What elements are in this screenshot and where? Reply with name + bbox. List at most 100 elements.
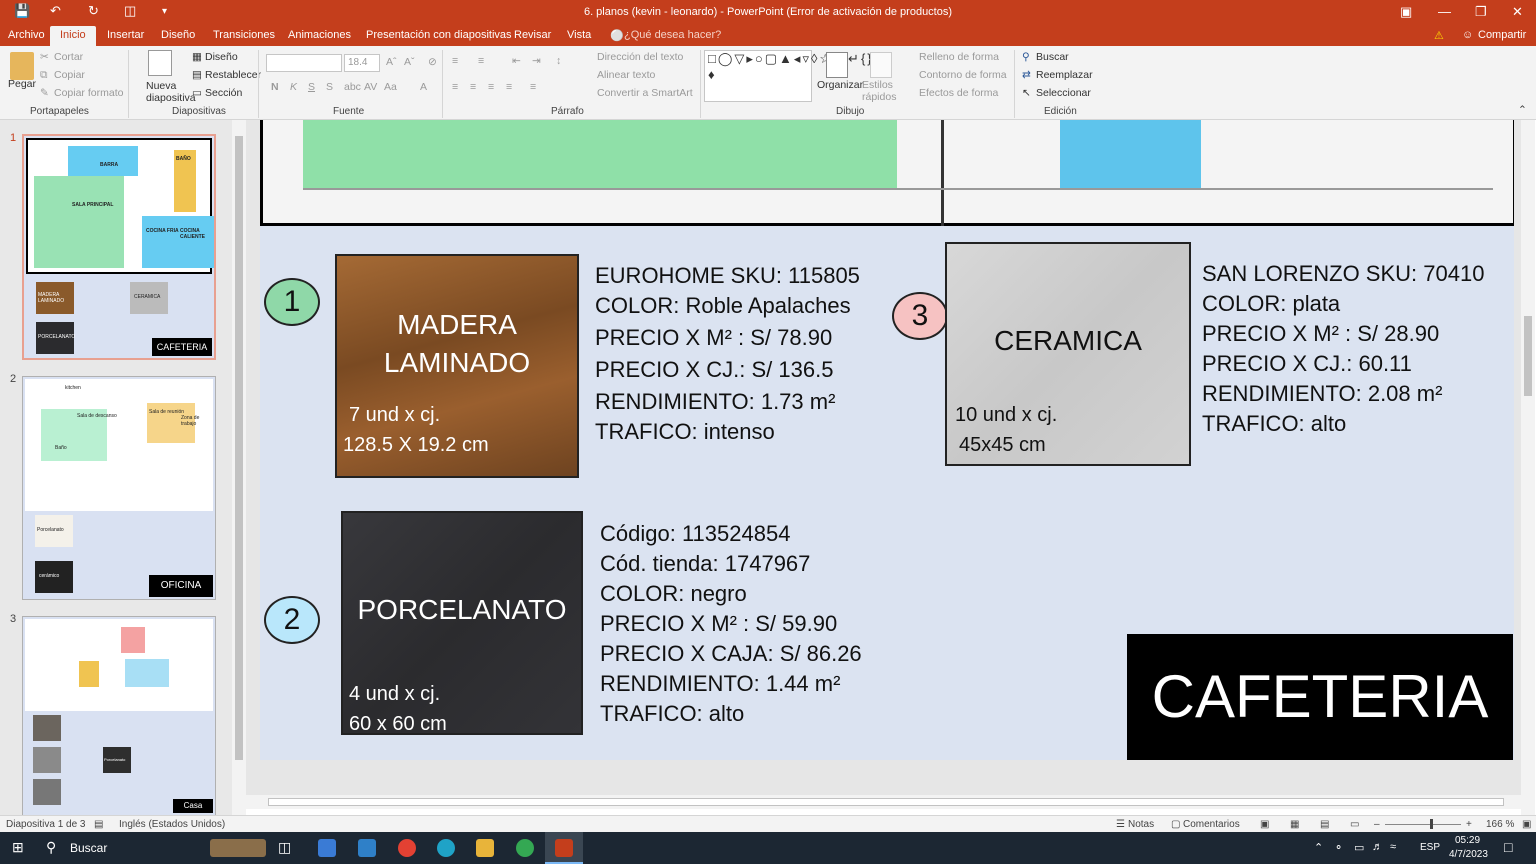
wifi-icon[interactable]: ≈: [1390, 841, 1396, 853]
tab-revisar[interactable]: Revisar: [514, 29, 551, 41]
battery-icon[interactable]: ▭: [1354, 841, 1364, 854]
language-label[interactable]: Inglés (Estados Unidos): [119, 819, 225, 830]
select-button[interactable]: Seleccionar: [1036, 87, 1091, 99]
zoom-slider[interactable]: [1385, 824, 1461, 825]
layout-button[interactable]: Diseño: [205, 51, 238, 63]
taskbar-search[interactable]: Buscar: [70, 841, 107, 855]
tray-app-icon[interactable]: ⚬: [1334, 841, 1343, 854]
shrink-font-icon[interactable]: Aˇ: [404, 56, 415, 68]
close-button[interactable]: ✕: [1512, 4, 1523, 20]
volume-icon[interactable]: ♬: [1372, 841, 1383, 853]
shape-effects-button[interactable]: Efectos de forma: [919, 87, 998, 99]
italic-icon[interactable]: K: [290, 81, 297, 93]
reset-button[interactable]: Restablecer: [205, 69, 261, 81]
indent-decrease-icon[interactable]: ⇤: [512, 55, 521, 67]
text-direction-button[interactable]: Dirección del texto: [597, 51, 683, 63]
share-button[interactable]: Compartir: [1478, 29, 1526, 41]
clock-date[interactable]: 4/7/2023: [1449, 849, 1488, 860]
tab-transiciones[interactable]: Transiciones: [213, 29, 275, 41]
bullets-icon[interactable]: ≡: [452, 55, 458, 67]
zoom-slider-handle[interactable]: [1430, 819, 1433, 829]
powerpoint-taskbar-button[interactable]: [545, 832, 583, 864]
slide-canvas[interactable]: 1 MADERA LAMINADO 7 und x cj. 128.5 X 19…: [260, 120, 1514, 760]
columns-icon[interactable]: ≡: [530, 81, 536, 93]
cut-button[interactable]: Cortar: [54, 51, 83, 63]
new-slide-button[interactable]: Nueva diapositiva: [146, 80, 196, 104]
shapes-gallery[interactable]: □◯▽▸○▢▲◂▿◊☆→↵{}♦: [704, 50, 872, 102]
spacing-icon[interactable]: AV: [364, 81, 377, 93]
comments-button[interactable]: Comentarios: [1183, 819, 1240, 830]
tab-animaciones[interactable]: Animaciones: [288, 29, 351, 41]
tab-archivo[interactable]: Archivo: [8, 29, 45, 41]
align-text-button[interactable]: Alinear texto: [597, 69, 655, 81]
reading-view-icon[interactable]: ▤: [1320, 819, 1329, 830]
edge-icon[interactable]: [437, 839, 455, 857]
quick-styles-icon[interactable]: [870, 52, 892, 78]
chrome-profile-icon[interactable]: [516, 839, 534, 857]
store-icon[interactable]: [318, 839, 336, 857]
section-button[interactable]: Sección: [205, 87, 242, 99]
file-explorer-icon[interactable]: [476, 839, 494, 857]
notifications-icon[interactable]: □: [1504, 839, 1512, 855]
slide-thumbnail-1[interactable]: BARRA BAÑO SALA PRINCIPAL COCINA FRIA CO…: [22, 134, 216, 360]
shape-outline-button[interactable]: Contorno de forma: [919, 69, 1007, 81]
align-center-icon[interactable]: ≡: [470, 81, 476, 93]
scroll-thumb[interactable]: [268, 798, 1504, 806]
tab-insertar[interactable]: Insertar: [107, 29, 144, 41]
find-button[interactable]: Buscar: [1036, 51, 1069, 63]
zoom-level[interactable]: 166 %: [1486, 819, 1514, 830]
slide-thumbnail-2[interactable]: kitchen Sala de descanso Sala de reunión…: [22, 376, 216, 600]
paste-icon[interactable]: [10, 52, 34, 80]
windows-start-icon[interactable]: ⊞: [12, 839, 24, 856]
quick-styles-button[interactable]: Estilos rápidos: [862, 79, 898, 103]
font-name-box[interactable]: [266, 54, 342, 72]
strikethrough-icon[interactable]: abc: [344, 81, 361, 93]
ribbon-display-icon[interactable]: ▣: [1400, 4, 1412, 20]
justify-icon[interactable]: ≡: [506, 81, 512, 93]
zoom-out-icon[interactable]: –: [1374, 819, 1380, 830]
line-spacing-icon[interactable]: ↕: [556, 55, 561, 67]
mail-icon[interactable]: [358, 839, 376, 857]
fit-slide-icon[interactable]: ▣: [1522, 819, 1531, 830]
font-size-box[interactable]: 18.4: [344, 54, 380, 72]
maximize-button[interactable]: ❐: [1475, 4, 1487, 20]
tray-chevron-icon[interactable]: ⌃: [1314, 841, 1323, 854]
minimize-button[interactable]: —: [1438, 4, 1451, 19]
shape-fill-button[interactable]: Relleno de forma: [919, 51, 999, 63]
font-color-icon[interactable]: A: [420, 81, 427, 93]
input-language[interactable]: ESP: [1420, 842, 1440, 853]
grow-font-icon[interactable]: Aˆ: [386, 56, 397, 68]
underline-icon[interactable]: S: [308, 81, 315, 93]
notes-button[interactable]: Notas: [1128, 819, 1154, 830]
arrange-button[interactable]: Organizar: [817, 79, 863, 91]
thumbnail-scrollbar[interactable]: [232, 120, 246, 815]
bold-icon[interactable]: N: [271, 81, 279, 93]
tab-diseno[interactable]: Diseño: [161, 29, 195, 41]
format-painter-button[interactable]: Copiar formato: [54, 87, 123, 99]
arrange-icon[interactable]: [826, 52, 848, 78]
search-icon[interactable]: ⚲: [46, 839, 56, 856]
numbering-icon[interactable]: ≡: [478, 55, 484, 67]
tab-vista[interactable]: Vista: [567, 29, 591, 41]
paste-button[interactable]: Pegar: [8, 78, 36, 90]
tab-presentacion[interactable]: Presentación con diapositivas: [366, 29, 512, 41]
tell-me-input[interactable]: ¿Qué desea hacer?: [624, 29, 721, 41]
slide-vertical-scrollbar[interactable]: [1521, 120, 1535, 815]
lightbulb-icon[interactable]: ⚪: [610, 29, 624, 42]
collapse-ribbon-icon[interactable]: ⌃: [1518, 104, 1527, 116]
spellcheck-icon[interactable]: ▤: [94, 819, 103, 830]
align-right-icon[interactable]: ≡: [488, 81, 494, 93]
align-left-icon[interactable]: ≡: [452, 81, 458, 93]
clock-time[interactable]: 05:29: [1455, 835, 1480, 846]
slide-thumbnail-3[interactable]: Porcelanato Casa: [22, 616, 216, 816]
slide-sorter-icon[interactable]: ▦: [1290, 819, 1299, 830]
indent-increase-icon[interactable]: ⇥: [532, 55, 541, 67]
task-view-icon[interactable]: ◫: [278, 839, 291, 856]
slide-horizontal-scrollbar[interactable]: [246, 795, 1521, 809]
smartart-button[interactable]: Convertir a SmartArt: [597, 87, 693, 99]
case-icon[interactable]: Aa: [384, 81, 397, 93]
scroll-thumb[interactable]: [235, 136, 243, 760]
zoom-in-icon[interactable]: +: [1466, 819, 1472, 830]
tab-inicio[interactable]: Inicio: [50, 26, 96, 46]
replace-button[interactable]: Reemplazar: [1036, 69, 1093, 81]
